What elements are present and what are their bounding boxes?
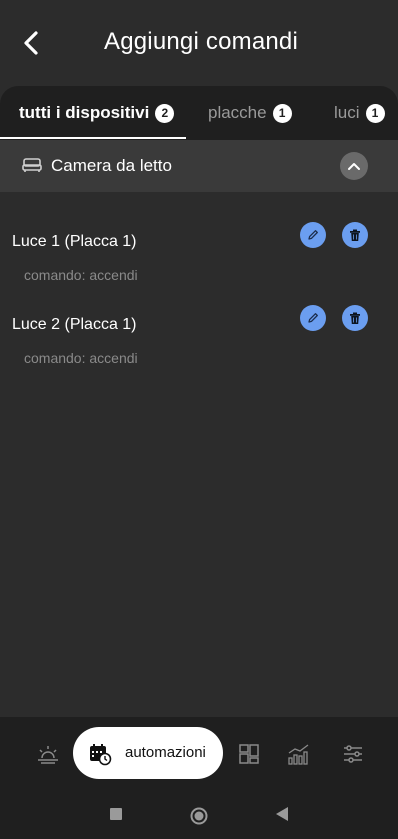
command-name: Luce 1 (Placca 1) <box>12 233 137 250</box>
bottom-navigation: automazioni <box>0 717 398 791</box>
app-header: Aggiungi comandi <box>0 0 398 86</box>
pencil-icon <box>308 313 318 323</box>
command-subtitle: comando: accendi <box>24 267 138 283</box>
chart-icon <box>288 744 309 765</box>
command-item: Luce 1 (Placca 1) comando: accendi <box>0 222 398 303</box>
home-icon[interactable] <box>190 807 208 825</box>
tab-count-badge: 1 <box>272 103 292 123</box>
edit-button[interactable] <box>300 305 326 331</box>
tab-bar: tutti i dispositivi 2 placche 1 luci 1 <box>0 86 398 140</box>
page-title: Aggiungi comandi <box>104 28 298 55</box>
trash-icon <box>350 312 360 324</box>
tab-all-devices[interactable]: tutti i dispositivi 2 <box>19 86 175 140</box>
collapse-button[interactable] <box>340 152 368 180</box>
nav-statistics-button[interactable] <box>286 741 312 767</box>
nav-automations-button[interactable]: automazioni <box>73 727 223 779</box>
nav-scenes-button[interactable] <box>35 741 61 767</box>
pencil-icon <box>308 230 318 240</box>
system-navigation-bar <box>0 791 398 839</box>
tab-label: tutti i dispositivi <box>19 103 150 122</box>
trash-icon <box>350 229 360 241</box>
command-subtitle: comando: accendi <box>24 350 138 366</box>
command-name: Luce 2 (Placca 1) <box>12 316 137 333</box>
sunrise-icon <box>38 746 58 764</box>
sliders-icon <box>344 745 362 763</box>
delete-button[interactable] <box>342 305 368 331</box>
back-nav-icon[interactable] <box>276 807 289 821</box>
tab-count-badge: 1 <box>365 103 385 123</box>
nav-dashboard-button[interactable] <box>236 741 262 767</box>
tab-label: luci <box>334 103 360 122</box>
nav-active-label: automazioni <box>125 744 206 761</box>
delete-button[interactable] <box>342 222 368 248</box>
nav-settings-button[interactable] <box>340 741 366 767</box>
tab-lights[interactable]: luci 1 <box>334 86 385 140</box>
bed-icon <box>22 158 42 172</box>
dashboard-grid-icon <box>239 744 259 764</box>
tab-plates[interactable]: placche 1 <box>208 86 292 140</box>
active-tab-indicator <box>0 137 186 139</box>
calendar-clock-icon <box>90 744 112 766</box>
room-name: Camera da letto <box>51 156 172 175</box>
tab-count-badge: 2 <box>155 103 175 123</box>
room-section-header[interactable]: Camera da letto <box>0 140 398 192</box>
recents-icon[interactable] <box>110 808 122 820</box>
tab-label: placche <box>208 103 267 122</box>
edit-button[interactable] <box>300 222 326 248</box>
command-item: Luce 2 (Placca 1) comando: accendi <box>0 305 398 386</box>
chevron-up-icon <box>348 163 360 170</box>
